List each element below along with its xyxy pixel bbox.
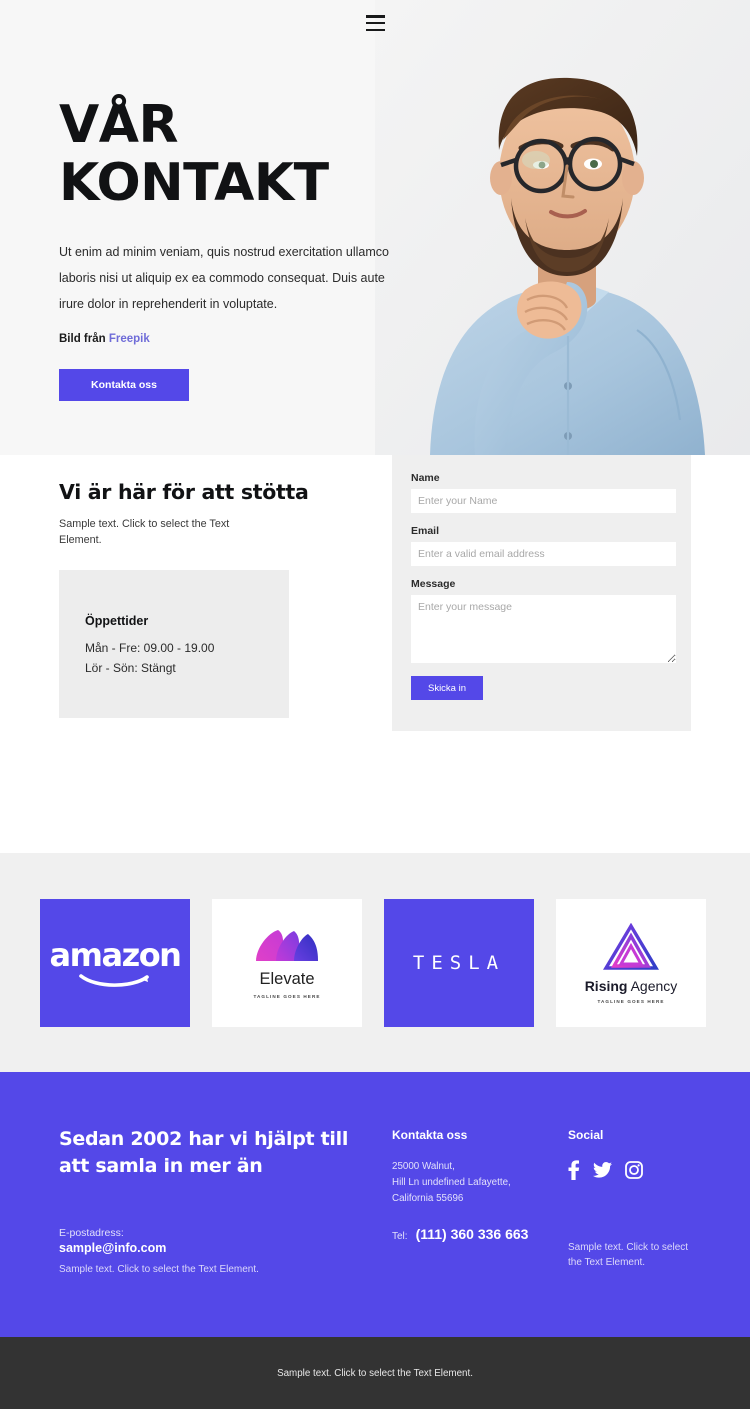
hamburger-menu-icon[interactable] [366,15,385,31]
support-title: Vi är här för att stötta [59,480,309,504]
contact-form: Name Email Message Skicka in [411,472,676,700]
opening-hours-content: Öppettider Mån - Fre: 09.00 - 19.00 Lör … [85,614,214,675]
footer-contact-title: Kontakta oss [392,1128,468,1142]
freepik-link[interactable]: Freepik [109,333,150,345]
message-textarea[interactable] [411,595,676,663]
support-subtitle: Sample text. Click to select the Text El… [59,518,230,547]
footer-address: 25000 Walnut, Hill Ln undefined Lafayett… [392,1159,592,1207]
twitter-icon[interactable] [593,1162,612,1178]
footer-column-social: Social [568,1128,718,1180]
logo-row: amazon Elevate TAGLINE GOES HERE TESLA R… [40,899,706,1027]
hamburger-bar [366,28,385,31]
hero-paragraph: Ut enim ad minim veniam, quis nostrud ex… [59,245,389,311]
email-input[interactable] [411,542,676,566]
bottom-bar-text: Sample text. Click to select the Text El… [277,1367,473,1379]
amazon-wordmark: amazon [49,936,182,974]
submit-button[interactable]: Skicka in [411,676,483,700]
footer-tel-label: Tel: [392,1230,408,1242]
rising-agency-tagline: TAGLINE GOES HERE [597,998,665,1004]
name-input[interactable] [411,489,676,513]
opening-hours-title: Öppettider [85,614,149,629]
rising-agency-word-1: Rising [584,977,628,994]
opening-hours-weekend: Lör - Sön: Stängt [85,661,176,676]
credit-prefix: Bild från [59,333,106,346]
footer-section: Sedan 2002 har vi hjälpt till att samla … [0,1072,750,1337]
hero-section: VÅR KONTAKT Ut enim ad minim veniam, qui… [0,0,750,455]
hamburger-bar [366,21,385,25]
hamburger-bar [366,15,385,18]
support-left-column: Vi är här för att stötta Sample text. Cl… [59,480,359,719]
rising-agency-word-2: Agency [630,977,678,994]
amazon-logo: amazon [49,936,182,987]
social-links [568,1160,718,1180]
footer-address-line-1: 25000 Walnut, [392,1161,455,1172]
rising-agency-wordmark: Rising Agency [585,978,678,994]
contact-us-button[interactable]: Kontakta oss [59,369,189,402]
elevate-tagline: TAGLINE GOES HERE [253,993,321,999]
opening-hours-weekday: Mån - Fre: 09.00 - 19.00 [85,641,215,656]
hero-title-line-1: VÅR [59,95,179,155]
tesla-wordmark: TESLA [412,952,506,974]
hero-title-line-2: KONTAKT [59,153,329,214]
logo-tile-tesla[interactable]: TESLA [384,899,534,1027]
name-field-label: Name [411,472,440,484]
footer-note-left: Sample text. Click to select the Text El… [59,1264,259,1275]
hero-photo [375,0,750,455]
support-section: Vi är här för att stötta Sample text. Cl… [0,455,750,853]
footer-headline: Sedan 2002 har vi hjälpt till att samla … [59,1128,349,1177]
amazon-smile-icon [79,974,149,987]
footer-tel-number[interactable]: (111) 360 336 663 [416,1226,529,1242]
bottom-bar: Sample text. Click to select the Text El… [0,1337,750,1409]
logo-tile-rising-agency[interactable]: Rising Agency TAGLINE GOES HERE [556,899,706,1027]
message-field-label: Message [411,578,456,590]
footer-email-label: E-postadress: [59,1227,124,1239]
footer-column-headline: Sedan 2002 har vi hjälpt till att samla … [59,1126,349,1180]
footer-note-right: Sample text. Click to select the Text El… [568,1242,689,1268]
elevate-wordmark: Elevate [259,969,315,988]
footer-telephone: Tel: (111) 360 336 663 [392,1226,592,1242]
logo-tile-elevate[interactable]: Elevate TAGLINE GOES HERE [212,899,362,1027]
hero-content: VÅR KONTAKT Ut enim ad minim veniam, qui… [59,96,399,402]
email-field-label: Email [411,525,440,537]
elevate-mark-icon [256,929,318,961]
footer-social-title: Social [568,1128,604,1142]
facebook-icon[interactable] [568,1160,580,1180]
rising-agency-mark-icon [603,922,659,970]
contact-form-card: Name Email Message Skicka in [392,455,691,731]
opening-hours-card: Öppettider Mån - Fre: 09.00 - 19.00 Lör … [59,570,289,719]
logos-section: amazon Elevate TAGLINE GOES HERE TESLA R… [0,853,750,1072]
footer-email-link[interactable]: sample@info.com [59,1241,166,1255]
instagram-icon[interactable] [625,1161,643,1179]
hero-image-credit: Bild från Freepik [59,333,399,345]
footer-address-line-3: California 55696 [392,1192,464,1204]
footer-column-contact: Kontakta oss 25000 Walnut, Hill Ln undef… [392,1128,592,1242]
page-title: VÅR KONTAKT [59,96,399,212]
logo-tile-amazon[interactable]: amazon [40,899,190,1027]
footer-address-line-2: Hill Ln undefined Lafayette, [392,1176,511,1188]
landing-page: VÅR KONTAKT Ut enim ad minim veniam, qui… [0,0,750,1409]
